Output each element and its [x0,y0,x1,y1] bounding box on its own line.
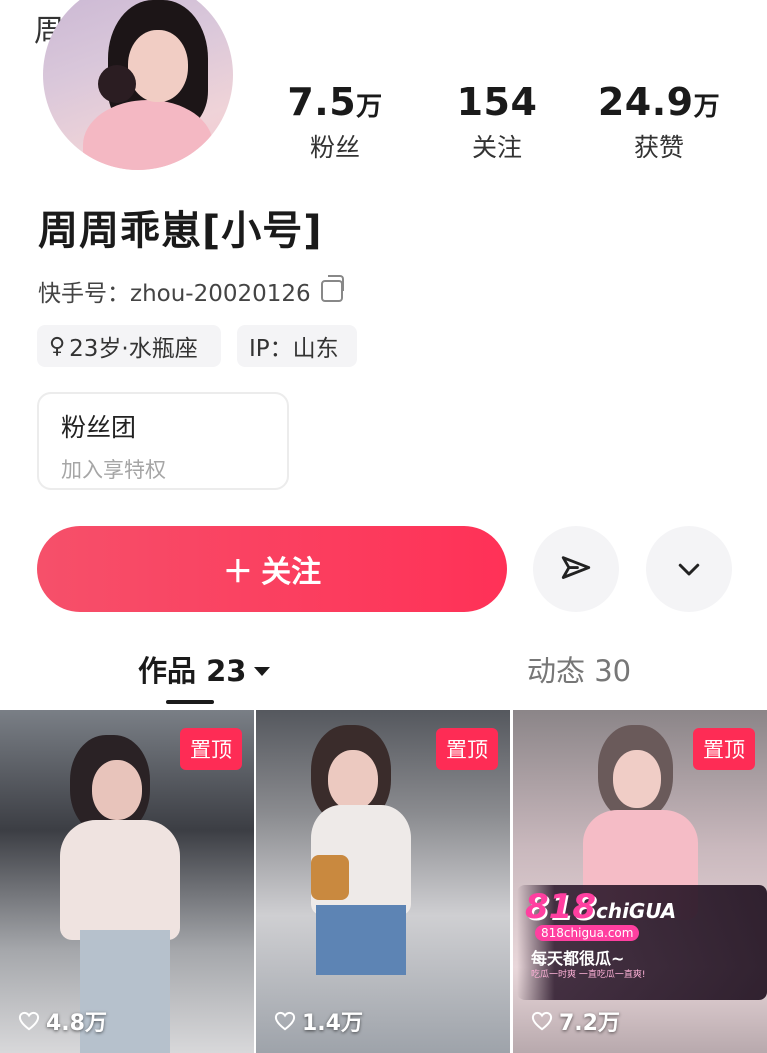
stat-likes[interactable]: 24.9万 获赞 [579,80,739,164]
heart-icon [18,1011,40,1031]
stat-fans[interactable]: 7.5万 粉丝 [255,80,415,164]
tag-ip-location: IP：山东 [237,325,357,367]
follow-button[interactable]: ＋ 关注 [37,526,507,612]
tag-ip-text: IP：山东 [249,336,339,362]
video-likes: 4.8万 [18,1005,107,1037]
tag-age-zodiac-text: 23岁·水瓶座 [69,336,198,362]
stat-likes-number: 24.9 [597,80,694,124]
caret-down-icon [254,666,271,676]
stat-fans-label: 粉丝 [309,133,360,162]
heart-icon [274,1011,296,1031]
video-likes-count: 4.8万 [46,1011,107,1036]
stat-fans-number: 7.5 [287,80,357,124]
watermark-logo: 818chiGUA [525,887,676,927]
tag-age-zodiac: ♀ 23岁·水瓶座 [37,325,221,367]
fan-group-card[interactable]: 粉丝团 加入享特权 [37,392,289,490]
video-thumbnail-2[interactable]: 置顶 1.4万 [256,710,510,1053]
female-gender-icon: ♀ [49,333,66,359]
stat-likes-unit: 万 [693,92,721,122]
kuaishou-id-row[interactable]: 快手号：zhou-20020126 [38,274,344,308]
profile-name: 周周乖崽[小号] [38,208,323,254]
chevron-down-icon [678,563,700,576]
tab-active-indicator [166,700,214,704]
video-likes-count: 7.2万 [559,1011,620,1036]
fan-group-subtitle: 加入享特权 [61,458,166,482]
video-likes: 1.4万 [274,1005,363,1037]
watermark-ad-banner: 818chiGUA 818chigua.com 每天都很瓜~ 吃瓜一时爽 一直吃… [517,885,767,1000]
heart-icon [531,1011,553,1031]
video-thumbnail-1[interactable]: 置顶 4.8万 [0,710,254,1053]
stat-fans-unit: 万 [356,92,383,122]
kuaishou-id-text: 快手号：zhou-20020126 [38,281,311,307]
video-likes: 7.2万 [531,1005,620,1037]
watermark-logo-sub: chiGUA [595,899,677,923]
more-button[interactable] [646,526,732,612]
stat-following-label: 关注 [471,133,522,162]
pinned-badge: 置顶 [693,728,755,770]
pinned-badge: 置顶 [436,728,498,770]
copy-icon[interactable] [320,275,344,302]
stat-following-number: 154 [456,80,538,124]
paper-plane-icon [561,556,591,579]
video-likes-count: 1.4万 [302,1011,363,1036]
tab-moments[interactable]: 动态 30 [527,648,631,690]
watermark-url: 818chigua.com [535,925,640,941]
share-button[interactable] [533,526,619,612]
video-thumbnail-3[interactable]: 置顶 7.2万 [513,710,767,1053]
pinned-badge: 置顶 [180,728,242,770]
tab-works-label: 作品 23 [138,654,247,688]
fan-group-title: 粉丝团 [61,413,137,442]
tab-works[interactable]: 作品 23 [138,648,271,690]
stat-following[interactable]: 154 关注 [417,80,577,164]
tab-moments-label: 动态 30 [527,654,632,688]
watermark-slogan: 每天都很瓜~ [531,949,625,968]
watermark-subtext: 吃瓜一时爽 一直吃瓜一直爽! [531,970,646,980]
avatar[interactable] [43,0,233,170]
watermark-logo-main: 818 [525,887,596,927]
stat-likes-label: 获赞 [633,133,684,162]
